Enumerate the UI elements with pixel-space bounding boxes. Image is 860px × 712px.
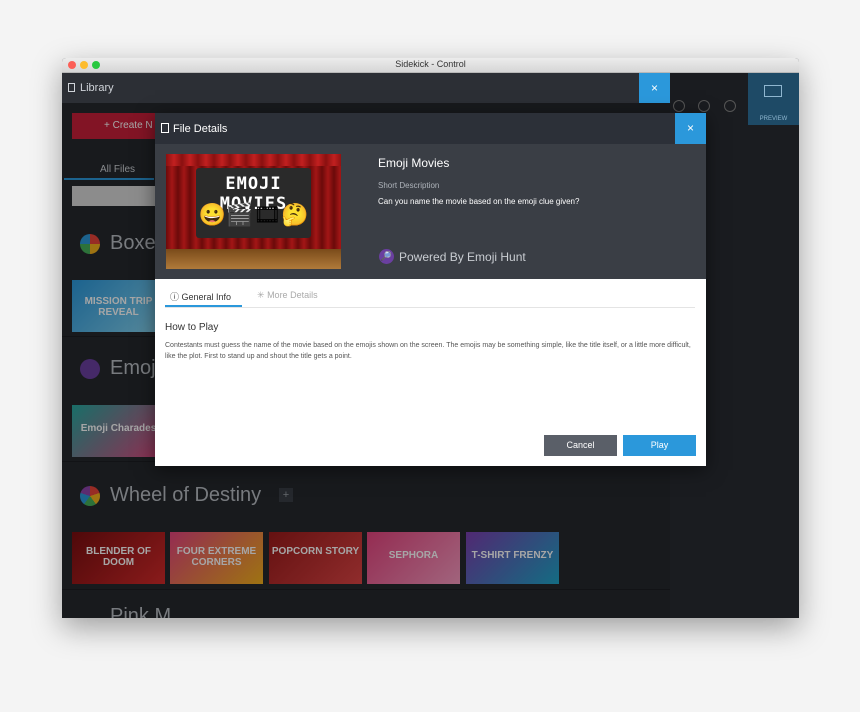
library-header: Library [62, 73, 670, 103]
book-icon [68, 83, 75, 92]
library-title: Library [80, 82, 114, 94]
cancel-button[interactable]: Cancel [544, 435, 617, 456]
library-close-button[interactable]: × [639, 73, 670, 103]
info-icon[interactable] [673, 100, 685, 112]
how-to-play-title: How to Play [165, 322, 219, 333]
stage-floor [166, 249, 341, 269]
gear-icon[interactable] [698, 100, 710, 112]
tab-label: More Details [267, 290, 318, 300]
short-description: Can you name the movie based on the emoj… [378, 197, 580, 206]
powered-by: Powered By Emoji Hunt [399, 250, 526, 264]
window-title: Sidekick - Control [395, 59, 466, 69]
emoji-hunt-icon: 🔎 [379, 249, 394, 264]
title-bar: Sidekick - Control [62, 58, 799, 73]
preview-label: PREVIEW [759, 116, 788, 122]
file-icon [161, 123, 169, 133]
tabs-divider [165, 307, 695, 308]
tab-label: General Info [181, 292, 232, 302]
curtain-valance [166, 154, 341, 166]
preview-button[interactable]: PREVIEW [748, 73, 799, 125]
modal-close-button[interactable]: × [675, 113, 706, 144]
file-details-modal: File Details × EMOJI MOVIES 😀🎬🎞🤔 Emoji M… [155, 113, 706, 466]
game-poster: EMOJI MOVIES 😀🎬🎞🤔 [166, 154, 341, 269]
game-info-panel: EMOJI MOVIES 😀🎬🎞🤔 Emoji Movies Short Des… [155, 144, 706, 279]
poster-screen: EMOJI MOVIES 😀🎬🎞🤔 [196, 168, 311, 238]
monitor-icon [764, 85, 782, 97]
info-circle-icon: ⓘ [170, 292, 180, 302]
poster-emojis: 😀🎬🎞🤔 [198, 202, 309, 227]
modal-title: File Details [173, 123, 228, 135]
tab-more-details[interactable]: ✳ More Details [257, 290, 318, 301]
short-description-label: Short Description [378, 181, 440, 190]
asterisk-icon: ✳ [257, 290, 265, 300]
modal-header: File Details [155, 113, 706, 144]
game-name: Emoji Movies [378, 156, 450, 170]
wifi-icon[interactable] [724, 100, 736, 112]
tab-general-info[interactable]: ⓘ General Info [170, 290, 231, 303]
play-button[interactable]: Play [623, 435, 696, 456]
how-to-play-text: Contestants must guess the name of the m… [165, 342, 691, 360]
